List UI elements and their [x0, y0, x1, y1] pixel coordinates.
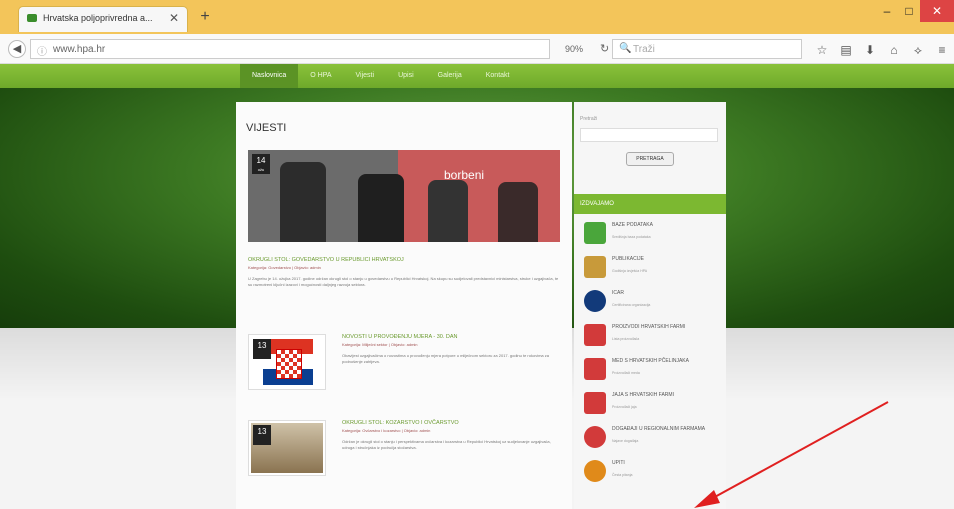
news-meta: Kategorija: Mliječni sektor | Objavio: a… [342, 342, 418, 347]
search-placeholder: Traži [633, 44, 655, 55]
featured-news-image[interactable]: borbeni 14 ožu [248, 150, 560, 242]
address-bar[interactable]: ⓘ www.hpa.hr [30, 39, 550, 59]
sidebar-heading: IZDVAJAMO [574, 194, 726, 214]
lead-meta: Kategorija: Govedarstvo | Objavio: admin [248, 265, 321, 270]
address-url: www.hpa.hr [53, 44, 106, 55]
featured-link-title: ICAR [612, 290, 624, 296]
lead-title[interactable]: OKRUGLI STOL: GOVEDARSTVO U REPUBLICI HR… [248, 257, 560, 263]
website: Naslovnica O HPA Vijesti Upisi Galerija Konta… [0, 64, 954, 509]
featured-link[interactable]: PUBLIKACIJE Godišnja izvješća HPA [584, 252, 724, 286]
person-figure [358, 174, 404, 242]
featured-link[interactable]: PROIZVODI HRVATSKIH FARMI Lista proizvođa… [584, 320, 724, 354]
database-icon [584, 222, 606, 244]
featured-link-title: BAZE PODATAKA [612, 222, 653, 228]
sidebar-search-button[interactable]: PRETRAGA [626, 152, 674, 166]
menu-icon[interactable]: ≡ [935, 43, 949, 58]
search-icon: 🔍 [619, 43, 632, 54]
featured-link-subtitle: Česta pitanja [612, 473, 633, 477]
close-window-button[interactable]: ✕ [920, 0, 954, 22]
site-favicon-icon [27, 14, 37, 22]
reload-icon[interactable]: ↻ [600, 42, 609, 55]
menu-item[interactable]: Upisi [386, 64, 426, 88]
featured-link-subtitle: Certificirana organizacija [612, 303, 651, 307]
event-photo-thumbnail[interactable]: 13 [248, 420, 326, 476]
tab-title: Hrvatska poljoprivredna a... [43, 13, 153, 23]
person-figure [428, 180, 468, 242]
date-badge: 13 [253, 339, 271, 359]
events-icon [584, 426, 606, 448]
sidebar-search-input[interactable] [580, 128, 718, 142]
croatian-flag-thumbnail[interactable]: 13 [248, 334, 326, 390]
site-info-icon[interactable]: ⓘ [37, 43, 47, 58]
question-icon [584, 460, 606, 482]
news-item: 13 OKRUGLI STOL: KOZARSTVO I OVČARSTVO K… [248, 420, 560, 482]
featured-link-subtitle: Proizvođači jaja [612, 405, 637, 409]
toolbar-icons: ☆ ▤ ⬇ ⌂ ⟡ ≡ [815, 43, 949, 58]
honey-icon [584, 358, 606, 380]
browser-tab[interactable]: Hrvatska poljoprivredna a... ✕ [18, 6, 188, 32]
featured-links: BAZE PODATAKA Središnja baza podataka PUBL… [584, 218, 724, 490]
news-text: Održan je okrugli stol o stanju i perspe… [342, 439, 551, 450]
icar-logo-icon [584, 290, 606, 312]
featured-link-subtitle: Proizvođači meda [612, 371, 640, 375]
menu-item[interactable]: Kontakt [474, 64, 522, 88]
date-badge: 13 [253, 425, 271, 445]
site-top-menu-bar: Naslovnica O HPA Vijesti Upisi Galerija Konta… [0, 64, 954, 88]
window-controls: – □ ✕ [876, 0, 954, 24]
reading-list-icon[interactable]: ▤ [839, 43, 853, 58]
pocket-icon[interactable]: ⟡ [911, 43, 925, 58]
featured-link-subtitle: Lista proizvođača [612, 337, 640, 341]
download-icon[interactable]: ⬇ [863, 43, 877, 58]
back-button[interactable]: ◀ [8, 40, 26, 58]
minimize-button[interactable]: – [876, 0, 898, 22]
featured-link-title: MED S HRVATSKIH PČELINJAKA [612, 358, 689, 364]
person-figure [280, 162, 326, 242]
site-menu: Naslovnica O HPA Vijesti Upisi Galerija Konta… [240, 64, 522, 88]
news-title[interactable]: OKRUGLI STOL: KOZARSTVO I OVČARSTVO [342, 420, 560, 426]
menu-item[interactable]: Vijesti [344, 64, 387, 88]
person-figure [498, 182, 538, 242]
news-item: 13 NOVOSTI U PROVOĐENJU MJERA - 30. DAN … [248, 334, 560, 396]
featured-link[interactable]: MED S HRVATSKIH PČELINJAKA Proizvođači me… [584, 354, 724, 388]
farm-products-icon [584, 324, 606, 346]
featured-link-title: PROIZVODI HRVATSKIH FARMI [612, 324, 686, 330]
lead-article: OKRUGLI STOL: GOVEDARSTVO U REPUBLICI HR… [248, 257, 560, 288]
browser-nav-bar: ◀ ⓘ www.hpa.hr 90% ↻ 🔍 Traži ☆ ▤ ⬇ ⌂ ⟡ ≡ [0, 34, 954, 64]
news-text: Obavijest uzgajivačima o novostima u pro… [342, 353, 549, 364]
featured-link[interactable]: UPITI Česta pitanja [584, 456, 724, 490]
maximize-button[interactable]: □ [898, 0, 920, 22]
lead-text: U Zagrebu je 14. ožujka 2017. godine odr… [248, 276, 559, 287]
featured-link[interactable]: DOGAĐAJI U REGIONALNIM FARMAMA Najave dog… [584, 422, 724, 456]
featured-link-title: UPITI [612, 460, 625, 466]
featured-link[interactable]: JAJA S HRVATSKIH FARMI Proizvođači jaja [584, 388, 724, 422]
featured-link-title: DOGAĐAJI U REGIONALNIM FARMAMA [612, 426, 706, 432]
news-title[interactable]: NOVOSTI U PROVOĐENJU MJERA - 30. DAN [342, 334, 560, 340]
eggs-icon [584, 392, 606, 414]
menu-item[interactable]: O HPA [298, 64, 343, 88]
date-badge: 14 ožu [252, 154, 270, 174]
menu-item[interactable]: Galerija [426, 64, 474, 88]
menu-item[interactable]: Naslovnica [240, 64, 299, 88]
featured-link-title: PUBLIKACIJE [612, 256, 644, 262]
new-tab-button[interactable]: + [196, 8, 214, 26]
browser-tab-bar: Hrvatska poljoprivredna a... ✕ + – □ ✕ [0, 0, 954, 34]
news-column: VIJESTI borbeni 14 ožu OKRUGLI STOL: GOVE… [236, 102, 572, 509]
sidebar: Pretraži PRETRAGA IZDVAJAMO BAZE PODATAK… [574, 102, 726, 509]
search-box[interactable]: 🔍 Traži [612, 39, 802, 59]
featured-link-subtitle: Najave događaja [612, 439, 639, 443]
featured-link[interactable]: ICAR Certificirana organizacija [584, 286, 724, 320]
book-icon [584, 256, 606, 278]
bookmark-star-icon[interactable]: ☆ [815, 43, 829, 58]
zoom-level[interactable]: 90% [565, 44, 583, 54]
tab-close-icon[interactable]: ✕ [169, 11, 179, 25]
news-meta: Kategorija: Ovčarstvo i kozarstvo | Obja… [342, 428, 431, 433]
home-icon[interactable]: ⌂ [887, 43, 901, 58]
featured-link-title: JAJA S HRVATSKIH FARMI [612, 392, 674, 398]
featured-link[interactable]: BAZE PODATAKA Središnja baza podataka [584, 218, 724, 252]
featured-link-subtitle: Godišnja izvješća HPA [612, 269, 648, 273]
featured-link-subtitle: Središnja baza podataka [612, 235, 651, 239]
search-label: Pretraži [580, 116, 598, 122]
section-title: VIJESTI [246, 122, 287, 134]
